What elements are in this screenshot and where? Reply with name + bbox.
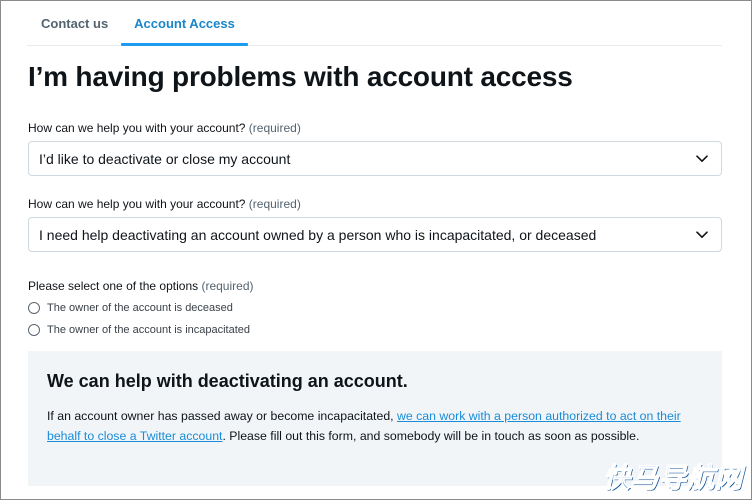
watermark-logo: 快马导航网 — [603, 463, 743, 494]
radio-label: The owner of the account is incapacitate… — [47, 324, 251, 336]
field2-required: (required) — [248, 197, 301, 211]
chevron-down-icon — [695, 228, 709, 242]
field2-label: How can we help you with your account? — [28, 197, 246, 211]
info-text-before: If an account owner has passed away or b… — [47, 409, 397, 423]
account-help-select-value: I’d like to deactivate or close my accou… — [39, 150, 291, 167]
field1-label: How can we help you with your account? — [28, 121, 246, 135]
tab-contact-us[interactable]: Contact us — [27, 1, 121, 45]
options-label: Please select one of the options — [28, 279, 199, 293]
radio-owner-incapacitated[interactable]: The owner of the account is incapacitate… — [28, 324, 250, 336]
account-help-select[interactable]: I’d like to deactivate or close my accou… — [28, 141, 722, 176]
info-title: We can help with deactivating an account… — [47, 371, 408, 391]
tab-account-access[interactable]: Account Access — [121, 1, 248, 46]
page-title: I’m having problems with account access — [28, 61, 573, 92]
deactivate-reason-select-value: I need help deactivating an account owne… — [39, 226, 597, 243]
tab-bar: Contact us Account Access — [27, 1, 722, 46]
options-required: (required) — [201, 279, 254, 293]
field1-label-row: How can we help you with your account? (… — [28, 121, 301, 135]
field2-label-row: How can we help you with your account? (… — [28, 197, 301, 211]
radio-unchecked-icon[interactable] — [28, 302, 40, 314]
help-form-page: Contact us Account Access I’m having pro… — [0, 0, 752, 500]
info-text: If an account owner has passed away or b… — [47, 406, 697, 446]
field1-required: (required) — [248, 121, 301, 135]
radio-owner-deceased[interactable]: The owner of the account is deceased — [28, 302, 233, 314]
radio-label: The owner of the account is deceased — [47, 302, 233, 314]
radio-unchecked-icon[interactable] — [28, 324, 40, 336]
chevron-down-icon — [695, 152, 709, 166]
info-text-after: . Please fill out this form, and somebod… — [222, 429, 640, 443]
options-label-row: Please select one of the options (requir… — [28, 279, 254, 293]
deactivate-reason-select[interactable]: I need help deactivating an account owne… — [28, 217, 722, 252]
